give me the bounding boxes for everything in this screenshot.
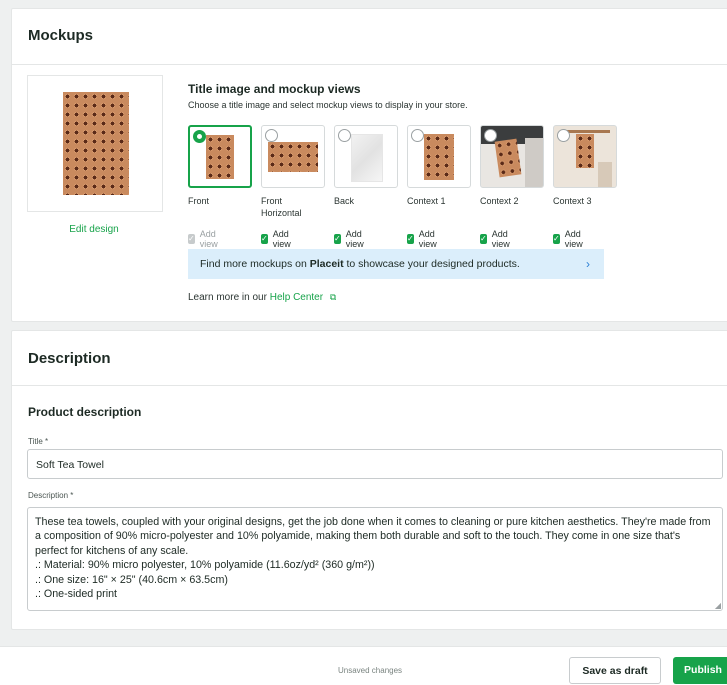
edit-design-link[interactable]: Edit design <box>27 224 161 235</box>
context-3-decor <box>598 162 612 187</box>
mockup-thumb-front[interactable] <box>188 125 252 188</box>
description-textarea[interactable]: These tea towels, coupled with your orig… <box>27 507 723 611</box>
add-view-context-1[interactable]: ✓ Add view <box>407 229 440 249</box>
chevron-right-icon: › <box>586 257 590 271</box>
add-view-label: Add view <box>418 229 437 249</box>
mockup-thumb-back[interactable] <box>334 125 398 188</box>
title-image-radio-context-1[interactable] <box>411 129 424 142</box>
check-icon: ✓ <box>407 234 414 244</box>
title-image-radio-front-horizontal[interactable] <box>265 129 278 142</box>
front-mockup-image <box>206 135 234 179</box>
title-image-radio-front[interactable] <box>193 130 206 143</box>
context-3-towel <box>576 134 594 168</box>
description-textarea-value: These tea towels, coupled with your orig… <box>35 516 711 601</box>
back-mockup-image <box>351 134 383 182</box>
help-center-line: Learn more in our Help Center ⧉ <box>188 292 336 303</box>
description-field-label: Description * <box>28 491 74 500</box>
title-field-label: Title * <box>28 437 49 446</box>
banner-brand: Placeit <box>309 258 344 270</box>
mockup-thumb-context-2[interactable] <box>480 125 544 188</box>
title-input[interactable]: Soft Tea Towel <box>27 449 723 479</box>
footer-bar: Unsaved changes Save as draft Publish <box>0 646 727 685</box>
title-image-radio-back[interactable] <box>338 129 351 142</box>
check-icon: ✓ <box>188 234 195 244</box>
description-card: Description Product description Title * … <box>11 330 727 630</box>
context-2-towel <box>494 138 522 178</box>
thumb-label-context-3: Context 3 <box>553 196 592 206</box>
help-center-link[interactable]: Help Center <box>270 292 323 303</box>
design-image <box>63 92 129 195</box>
front-horizontal-mockup-image <box>268 142 318 172</box>
mockup-views-subtitle: Choose a title image and select mockup v… <box>188 100 468 110</box>
mockup-views-title: Title image and mockup views <box>188 82 361 96</box>
help-prefix: Learn more in our <box>188 292 270 303</box>
add-view-context-3[interactable]: ✓ Add view <box>553 229 586 249</box>
check-icon: ✓ <box>480 234 487 244</box>
mockups-header: Mockups <box>12 9 727 65</box>
add-view-back[interactable]: ✓ Add view <box>334 229 367 249</box>
main-design-preview[interactable] <box>27 75 163 212</box>
thumb-label-context-1: Context 1 <box>407 196 446 206</box>
banner-text-prefix: Find more mockups on <box>200 258 310 270</box>
add-view-context-2[interactable]: ✓ Add view <box>480 229 513 249</box>
check-icon: ✓ <box>334 234 341 244</box>
mockups-heading: Mockups <box>28 27 94 44</box>
check-icon: ✓ <box>261 234 268 244</box>
add-view-front: ✓ Add view <box>188 229 221 249</box>
thumb-label-front: Front <box>188 196 210 206</box>
description-heading: Description <box>28 350 111 367</box>
external-link-icon[interactable]: ⧉ <box>330 292 336 302</box>
publish-button[interactable]: Publish <box>673 657 727 684</box>
thumb-label-front-horizontal: Front Horizontal <box>261 196 302 218</box>
mockup-thumb-front-horizontal[interactable] <box>261 125 325 188</box>
check-icon: ✓ <box>553 234 560 244</box>
description-header: Description <box>12 331 727 386</box>
add-view-label: Add view <box>345 229 364 249</box>
placeit-banner[interactable]: Find more mockups on Placeit to showcase… <box>188 249 604 279</box>
title-image-radio-context-3[interactable] <box>557 129 570 142</box>
mockup-thumb-context-1[interactable] <box>407 125 471 188</box>
add-view-label: Add view <box>564 229 583 249</box>
unsaved-changes-status: Unsaved changes <box>338 666 403 675</box>
banner-text-suffix: to showcase your designed products. <box>343 258 520 270</box>
context-2-cabinet <box>525 138 543 187</box>
add-view-label: Add view <box>272 229 291 249</box>
thumb-label-context-2: Context 2 <box>480 196 519 206</box>
title-image-radio-context-2[interactable] <box>484 129 497 142</box>
context-1-mockup-image <box>424 134 454 180</box>
thumb-label-back: Back <box>334 196 355 206</box>
mockups-card: Mockups Edit design Title image and mock… <box>11 8 727 322</box>
title-input-value: Soft Tea Towel <box>36 459 104 471</box>
save-as-draft-button[interactable]: Save as draft <box>569 657 661 684</box>
add-view-label: Add view <box>491 229 510 249</box>
product-description-heading: Product description <box>28 405 142 419</box>
resize-handle-icon[interactable]: ◢ <box>715 601 721 610</box>
add-view-front-horizontal[interactable]: ✓ Add view <box>261 229 294 249</box>
add-view-label: Add view <box>199 229 218 249</box>
mockup-thumb-context-3[interactable] <box>553 125 617 188</box>
